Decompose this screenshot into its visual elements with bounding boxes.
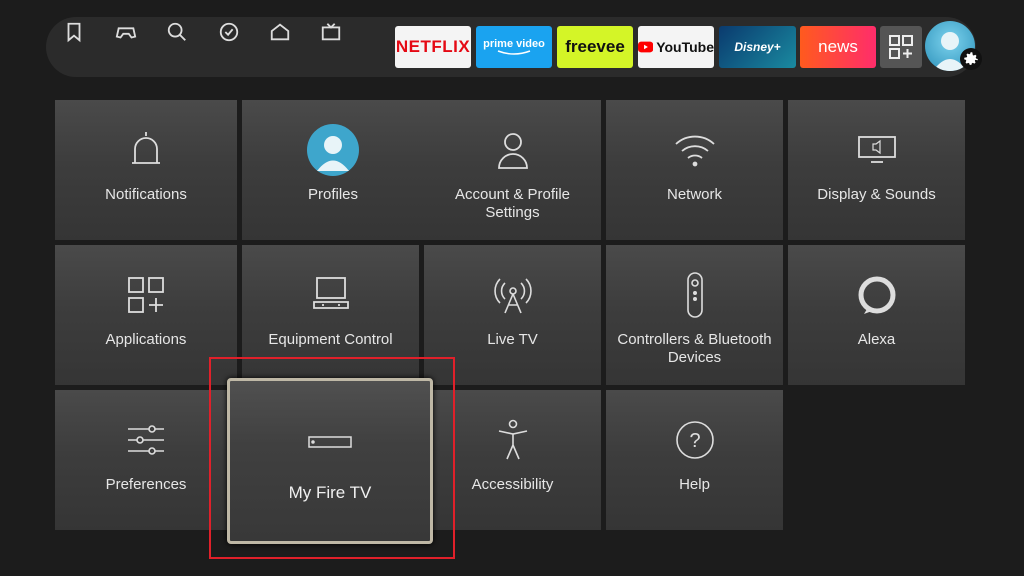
youtube-app[interactable]: YouTube xyxy=(638,26,714,68)
tile-help[interactable]: ? Help xyxy=(606,390,783,530)
tile-label: Equipment Control xyxy=(268,331,393,348)
remote-icon xyxy=(686,272,703,318)
youtube-play-icon xyxy=(638,41,654,53)
tile-label: Profiles xyxy=(307,186,359,203)
tile-label: Applications xyxy=(105,331,187,348)
highlight-annotation-box xyxy=(209,357,455,559)
tile-label: Alexa xyxy=(857,331,896,348)
tile-account-profile-settings[interactable]: Account & Profile Settings xyxy=(424,100,601,240)
applications-grid-icon xyxy=(128,277,164,313)
tv-equipment-icon xyxy=(312,277,349,309)
wifi-icon xyxy=(674,135,715,167)
tile-controllers-bluetooth[interactable]: Controllers & Bluetooth Devices xyxy=(606,245,783,385)
sliders-icon xyxy=(128,425,164,455)
search-icon[interactable] xyxy=(165,20,189,44)
prime-smile-icon xyxy=(497,50,531,55)
display-speaker-icon xyxy=(857,136,896,163)
tile-network[interactable]: Network xyxy=(606,100,783,240)
tile-label: Preferences xyxy=(105,476,187,493)
check-circle-icon[interactable] xyxy=(217,20,241,44)
tile-profiles[interactable]: Profiles xyxy=(242,100,424,240)
bell-icon xyxy=(132,132,160,164)
tile-label: Notifications xyxy=(105,186,187,203)
gear-icon[interactable] xyxy=(960,48,982,70)
apps-grid-icon xyxy=(889,35,913,59)
svg-text:?: ? xyxy=(689,430,700,452)
youtube-label: YouTube xyxy=(656,39,714,55)
freevee-label: freevee xyxy=(565,37,625,56)
accessibility-person-icon xyxy=(498,419,527,460)
tile-label: Display & Sounds xyxy=(817,186,936,203)
tile-label: Live TV xyxy=(487,331,538,348)
alexa-icon xyxy=(858,276,895,314)
tile-label: Network xyxy=(666,186,722,203)
tile-label: Account & Profile Settings xyxy=(454,186,571,221)
gamepad-icon[interactable] xyxy=(114,20,138,44)
prime-video-app[interactable]: prime video xyxy=(476,26,552,68)
freevee-app[interactable]: freevee xyxy=(557,26,633,68)
tile-alexa[interactable]: Alexa xyxy=(788,245,965,385)
tile-display-sounds[interactable]: Display & Sounds xyxy=(788,100,965,240)
prime-label: prime video xyxy=(483,38,545,50)
tile-label: Controllers & Bluetooth Devices xyxy=(617,331,772,366)
home-icon[interactable] xyxy=(268,20,292,44)
news-app[interactable]: news xyxy=(800,26,876,68)
antenna-icon xyxy=(493,278,532,314)
netflix-label: NETFLIX xyxy=(395,37,471,56)
netflix-app[interactable]: NETFLIX xyxy=(395,26,471,68)
tile-label: Help xyxy=(679,476,710,493)
tile-notifications[interactable]: Notifications xyxy=(55,100,237,240)
profile-avatar-icon xyxy=(307,124,359,176)
news-label: news xyxy=(818,37,858,56)
tv-icon[interactable] xyxy=(319,20,343,44)
person-icon xyxy=(497,133,528,169)
help-question-icon: ? xyxy=(675,421,714,459)
apps-grid-button[interactable] xyxy=(880,26,922,68)
disney-plus-app[interactable]: Disney+ xyxy=(719,26,796,68)
disney-label: Disney+ xyxy=(734,40,781,54)
bookmark-icon[interactable] xyxy=(62,20,86,44)
